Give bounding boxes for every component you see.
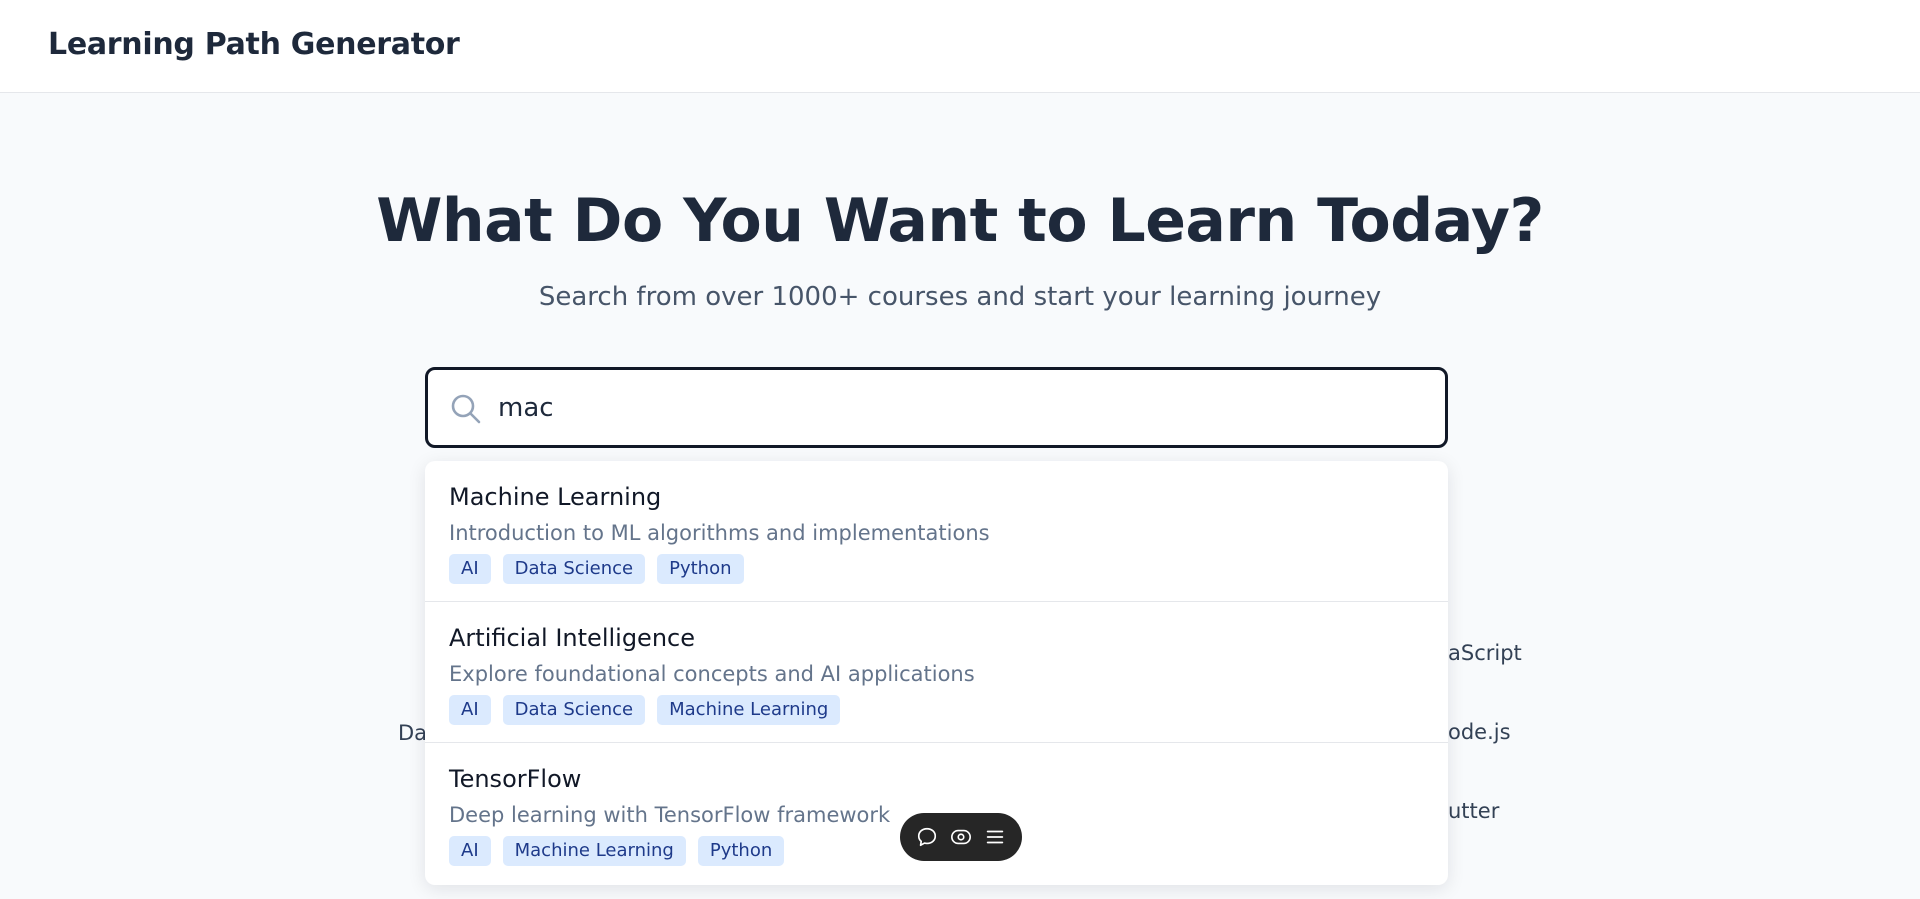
search-icon (450, 393, 482, 425)
brand-title[interactable]: Learning Path Generator (48, 27, 460, 62)
tag-list: AI Data Science Machine Learning (449, 695, 1424, 725)
tag-list: AI Data Science Python (449, 554, 1424, 584)
popular-item-right-1[interactable]: aScript (1448, 641, 1522, 665)
popular-item-right-2[interactable]: ode.js (1448, 720, 1511, 744)
tag: Machine Learning (502, 836, 686, 866)
comment-icon[interactable] (916, 826, 938, 848)
menu-icon[interactable] (984, 826, 1006, 848)
tag: Machine Learning (657, 695, 841, 725)
result-item[interactable]: Artificial Intelligence Explore foundati… (425, 602, 1448, 743)
tag: Data Science (502, 554, 646, 584)
result-description: Explore foundational concepts and AI app… (449, 662, 975, 686)
popular-item-right-3[interactable]: utter (1448, 799, 1499, 823)
page-title: What Do You Want to Learn Today? (376, 186, 1544, 256)
tag: AI (449, 836, 491, 866)
search-box (425, 367, 1448, 448)
popular-item-left[interactable]: Da (398, 721, 427, 745)
app-header: Learning Path Generator (0, 0, 1920, 93)
tag: Python (697, 836, 785, 866)
page-subtitle: Search from over 1000+ courses and start… (538, 282, 1382, 312)
result-description: Introduction to ML algorithms and implem… (449, 521, 990, 545)
result-item[interactable]: Machine Learning Introduction to ML algo… (425, 461, 1448, 602)
result-title: Artificial Intelligence (449, 624, 695, 652)
tag: AI (449, 695, 491, 725)
search-input[interactable] (498, 380, 1428, 436)
tag: Python (657, 554, 744, 584)
result-title: Machine Learning (449, 483, 662, 511)
floating-toolbar (900, 813, 1022, 861)
result-title: TensorFlow (449, 765, 582, 793)
tag: AI (449, 554, 491, 584)
eye-icon[interactable] (950, 826, 972, 848)
tag: Data Science (502, 695, 646, 725)
